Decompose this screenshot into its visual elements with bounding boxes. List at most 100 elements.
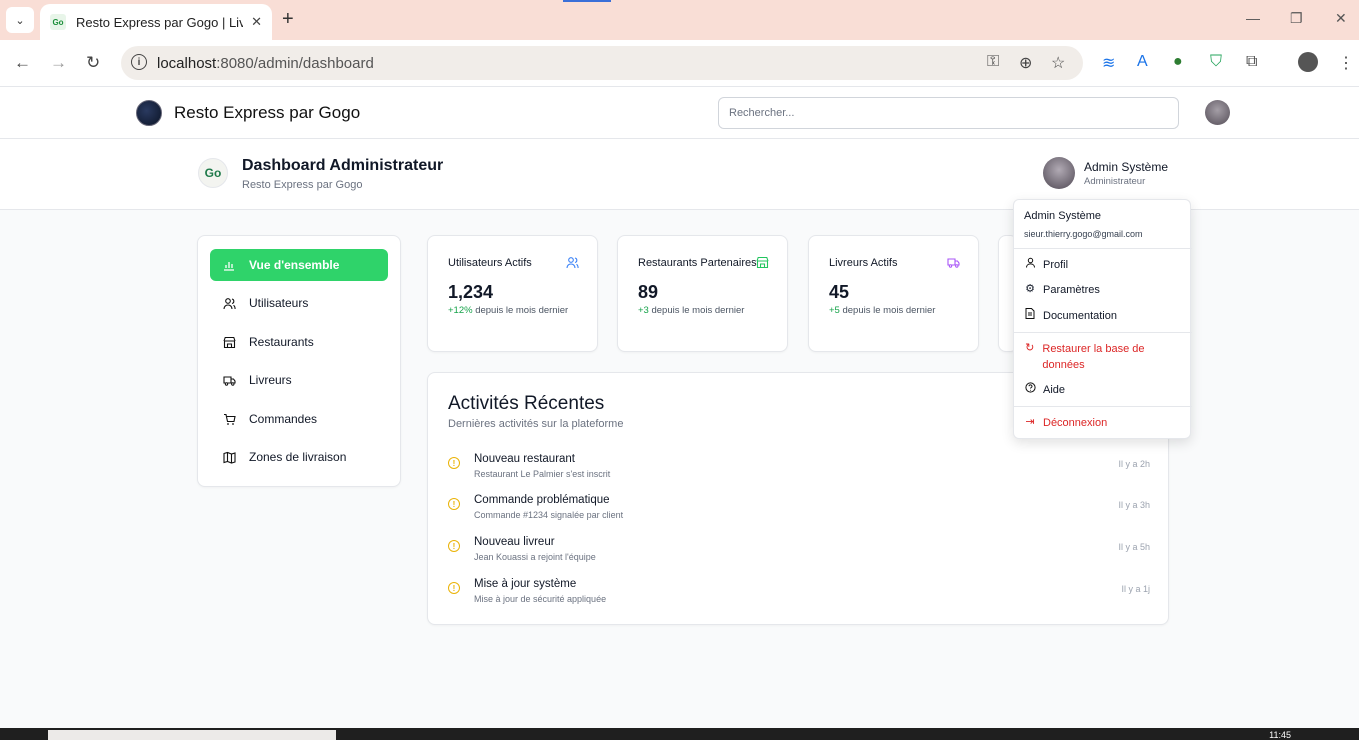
forward-arrow-icon[interactable]: → — [50, 53, 67, 73]
activity-name: Commande problématique — [474, 494, 610, 506]
delta-value: +5 — [829, 305, 840, 316]
page-title: Dashboard Administrateur — [242, 157, 444, 174]
extension-wave-icon[interactable]: ≋ — [1102, 53, 1115, 73]
app-header: Resto Express par Gogo — [0, 87, 1359, 139]
browser-tab[interactable]: Go Resto Express par Gogo | Livraison ✕ — [40, 4, 272, 40]
users-icon — [566, 256, 579, 272]
activities-subtitle: Dernières activités sur la plateforme — [448, 418, 624, 430]
activity-item: ! Mise à jour système Mise à jour de séc… — [448, 578, 1150, 612]
minimize-icon[interactable]: — — [1246, 10, 1260, 26]
sidebar-item-users[interactable]: Utilisateurs — [210, 287, 388, 319]
activity-name: Nouveau livreur — [474, 536, 555, 548]
map-icon — [222, 450, 236, 464]
sidebar-item-delivery-zones[interactable]: Zones de livraison — [210, 441, 388, 473]
tab-search-button[interactable]: ⌄ — [6, 7, 34, 33]
delta-text: depuis le mois dernier — [842, 305, 936, 316]
activity-name: Nouveau restaurant — [474, 453, 576, 465]
search-input[interactable] — [718, 97, 1179, 129]
sidebar-item-couriers[interactable]: Livreurs — [210, 364, 388, 396]
stat-delta: +12% depuis le mois dernier — [448, 305, 568, 316]
menu-item-logout[interactable]: ⇥ Déconnexion — [1024, 415, 1182, 431]
stat-card-users: Utilisateurs Actifs 1,234 +12% depuis le… — [427, 235, 598, 352]
restore-icon[interactable]: ❐ — [1290, 10, 1303, 27]
gear-icon: ⚙ — [1025, 283, 1035, 295]
menu-item-label: Profil — [1043, 259, 1069, 271]
user-role: Administrateur — [1084, 176, 1146, 187]
tab-title: Resto Express par Gogo | Livraison — [76, 14, 244, 30]
more-menu-icon[interactable]: ⋮ — [1338, 53, 1354, 73]
user-name[interactable]: Admin Système — [1084, 160, 1168, 174]
menu-item-label: Paramètres — [1043, 284, 1100, 296]
menu-item-documentation[interactable]: Documentation — [1024, 308, 1182, 324]
activity-item: ! Nouveau livreur Jean Kouassi a rejoint… — [448, 536, 1150, 570]
brand-logo[interactable] — [136, 100, 162, 126]
activity-desc: Commande #1234 signalée par client — [474, 510, 624, 520]
close-tab-icon[interactable]: ✕ — [251, 14, 262, 30]
menu-item-help[interactable]: Aide — [1024, 382, 1182, 398]
activity-time: Il y a 2h — [1118, 459, 1150, 469]
taskbar-clock: 11:45 — [1269, 730, 1291, 740]
cart-icon — [222, 412, 236, 426]
favicon-icon: Go — [50, 14, 66, 30]
menu-item-settings[interactable]: ⚙ Paramètres — [1024, 282, 1182, 298]
sidebar-item-restaurants[interactable]: Restaurants — [210, 326, 388, 358]
activity-time: Il y a 5h — [1118, 542, 1150, 552]
menu-item-profile[interactable]: Profil — [1024, 257, 1182, 273]
help-icon — [1024, 382, 1036, 396]
dropdown-user-email: sieur.thierry.gogo@gmail.com — [1024, 229, 1143, 239]
activity-desc: Jean Kouassi a rejoint l'équipe — [474, 552, 596, 562]
extension-globe-icon[interactable]: ● — [1173, 53, 1183, 71]
profile-avatar[interactable] — [1298, 52, 1318, 72]
users-icon — [222, 296, 236, 310]
divider — [1014, 248, 1192, 249]
header-avatar[interactable] — [1205, 100, 1230, 125]
stat-label: Utilisateurs Actifs — [448, 257, 532, 269]
stat-label: Restaurants Partenaires — [638, 257, 757, 269]
key-icon[interactable]: ⚿ — [987, 53, 999, 71]
page-subtitle: Resto Express par Gogo — [242, 179, 363, 191]
extensions-puzzle-icon[interactable]: ⧉ — [1246, 53, 1257, 71]
sidebar-item-label: Restaurants — [249, 335, 314, 349]
new-tab-button[interactable]: + — [282, 8, 294, 31]
activity-item: ! Nouveau restaurant Restaurant Le Palmi… — [448, 453, 1150, 487]
translate-icon[interactable]: A — [1137, 53, 1148, 71]
zoom-icon[interactable]: ⊕ — [1019, 53, 1032, 73]
brand-name[interactable]: Resto Express par Gogo — [174, 103, 360, 123]
activities-title: Activités Récentes — [448, 393, 605, 414]
reload-icon[interactable]: ↻ — [86, 53, 100, 73]
os-taskbar: 11:45 — [0, 728, 1359, 740]
alert-icon: ! — [448, 582, 460, 594]
shield-icon[interactable]: ⛉ — [1210, 53, 1222, 71]
sidebar-item-overview[interactable]: Vue d'ensemble — [210, 249, 388, 281]
sidebar-item-label: Livreurs — [249, 373, 292, 387]
sidebar-item-orders[interactable]: Commandes — [210, 403, 388, 435]
delta-text: depuis le mois dernier — [651, 305, 745, 316]
address-bar[interactable]: i localhost:8080/admin/dashboard ⚿ ⊕ ☆ — [121, 46, 1083, 80]
user-avatar[interactable] — [1043, 157, 1075, 189]
document-icon — [1024, 308, 1036, 322]
sidebar-item-label: Zones de livraison — [249, 450, 347, 464]
url-host: localhost — [157, 54, 217, 72]
stat-delta: +5 depuis le mois dernier — [829, 305, 935, 316]
browser-tab-strip: ⌄ Go Resto Express par Gogo | Livraison … — [0, 0, 1359, 40]
url-path: :8080/admin/dashboard — [216, 54, 374, 72]
store-icon — [756, 256, 769, 272]
truck-icon — [947, 256, 960, 272]
menu-item-label: Aide — [1043, 384, 1066, 396]
sidebar-item-label: Vue d'ensemble — [249, 258, 340, 272]
user-icon — [1024, 257, 1036, 271]
activity-name: Mise à jour système — [474, 578, 577, 590]
logout-icon: ⇥ — [1025, 416, 1035, 428]
window-close-icon[interactable]: ✕ — [1335, 10, 1347, 27]
back-arrow-icon[interactable]: ← — [14, 53, 31, 73]
page-logo: Go — [198, 158, 228, 188]
dropdown-user-name: Admin Système — [1024, 210, 1102, 222]
site-info-icon[interactable]: i — [131, 54, 147, 70]
bookmark-star-icon[interactable]: ☆ — [1051, 53, 1065, 73]
divider — [1014, 406, 1192, 407]
taskbar-search[interactable] — [48, 730, 336, 740]
alert-icon: ! — [448, 498, 460, 510]
menu-item-restore-db[interactable]: ↻ Restaurer la base de données — [1024, 341, 1182, 373]
stat-delta: +3 depuis le mois dernier — [638, 305, 744, 316]
stat-value: 45 — [829, 282, 850, 302]
